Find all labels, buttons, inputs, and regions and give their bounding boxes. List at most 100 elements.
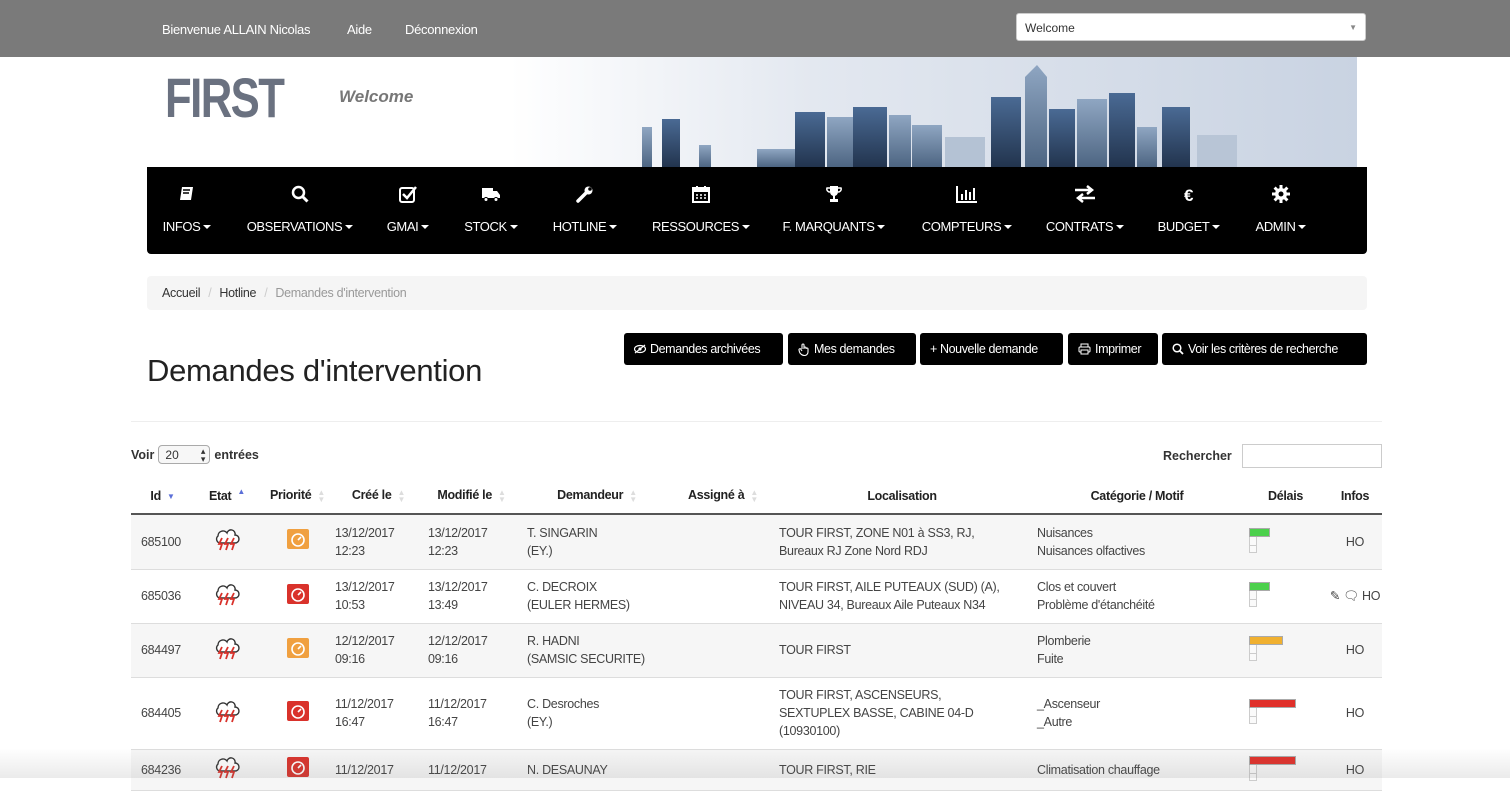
request-id: 685036 — [141, 589, 181, 603]
priority-gauge-icon — [286, 637, 309, 658]
col-etat-label: Etat — [208, 489, 232, 503]
breadcrumb-accueil[interactable]: Accueil — [162, 286, 201, 300]
col-demandeur[interactable]: Demandeur ▲ ▼ — [521, 478, 673, 515]
cell-modified: 13/12/2017 12:23 — [422, 514, 521, 570]
cell-location: TOUR FIRST, ZONE N01 à SS3, RJ, Bureaux R… — [773, 514, 1031, 570]
logout-link[interactable]: Déconnexion — [405, 22, 478, 37]
category-line: Climatisation chauffage — [1037, 762, 1160, 777]
created-line: 13/12/2017 — [335, 525, 395, 540]
col-localisation[interactable]: Localisation — [773, 478, 1031, 515]
delay-stem — [1249, 591, 1257, 607]
col-assigne[interactable]: Assigné à ▲ ▼ — [673, 478, 773, 515]
search-input[interactable] — [1242, 444, 1382, 468]
request-id: 684405 — [141, 706, 181, 720]
location-line: Bureaux RJ Zone Nord RDJ — [779, 543, 928, 558]
modified-line: 13/12/2017 — [428, 525, 488, 540]
cell-category: _Ascenseur _Autre — [1031, 677, 1243, 750]
nav-faits-marquants-label: F. MARQUANTS — [779, 219, 889, 234]
new-request-button[interactable]: + Nouvelle demande — [920, 333, 1063, 365]
nav-infos[interactable]: INFOS — [157, 167, 217, 254]
col-etat[interactable]: Etat ▲ — [194, 478, 260, 515]
cell-category: Climatisation chauffage — [1031, 749, 1243, 791]
nav-compteurs[interactable]: COMPTEURS — [919, 167, 1015, 254]
requester-line: (EULER HERMES) — [527, 598, 630, 612]
created-line: 12:23 — [335, 543, 365, 558]
col-categorie[interactable]: Catégorie / Motif — [1031, 478, 1243, 515]
col-cree-le[interactable]: Créé le ▲ ▼ — [335, 478, 422, 515]
cell-infos: HO — [1328, 514, 1382, 570]
delay-bar — [1249, 699, 1296, 708]
modified-line: 11/12/2017 — [428, 762, 487, 777]
site-select-value: Welcome — [1025, 21, 1075, 35]
cell-assigned — [673, 514, 773, 570]
eye-slash-icon — [634, 344, 646, 354]
banner-subtitle: Welcome — [339, 87, 414, 106]
nav-gmai[interactable]: GMAI — [383, 167, 433, 254]
wrench-icon — [549, 185, 621, 205]
col-priorite[interactable]: Priorité ▲ ▼ — [260, 478, 335, 515]
category-line: _Ascenseur — [1037, 697, 1101, 711]
location-line: TOUR FIRST, ZONE N01 à SS3, RJ, — [779, 525, 975, 540]
col-modifie-le[interactable]: Modifié le ▲ ▼ — [422, 478, 521, 515]
cell-requester: C. DECROIX (EULER HERMES) — [521, 569, 673, 624]
search-icon — [1172, 343, 1184, 355]
priority-gauge-icon — [286, 757, 309, 777]
col-demandeur-label: Demandeur — [557, 488, 624, 503]
site-select[interactable]: Welcome ▼ — [1016, 13, 1366, 41]
breadcrumb-hotline[interactable]: Hotline — [219, 286, 256, 300]
help-link[interactable]: Aide — [347, 22, 372, 37]
logo: FIRST — [165, 66, 285, 129]
requester-line: (SAMSIC SECURITE) — [527, 652, 645, 666]
modified-line: 09:16 — [428, 652, 458, 666]
cell-infos: HO — [1328, 749, 1382, 791]
col-id[interactable]: Id ▼ — [131, 478, 194, 515]
skyline-illustration — [642, 65, 1237, 167]
infos-value: HO — [1345, 706, 1365, 720]
hand-pointer-icon — [798, 342, 809, 356]
table-row[interactable]: 684497 12/12/2017 09:16 12/12/2017 09:16 R. H… — [131, 623, 1382, 678]
nav-hotline-label: HOTLINE — [549, 219, 621, 234]
cell-infos: HO — [1328, 623, 1382, 678]
delay-stem — [1249, 764, 1257, 781]
my-requests-button[interactable]: Mes demandes — [788, 333, 916, 365]
archived-requests-button[interactable]: Demandes archivées — [624, 333, 783, 365]
cell-delay — [1243, 569, 1328, 624]
nav-faits-marquants[interactable]: F. MARQUANTS — [779, 167, 889, 254]
table-row[interactable]: 684405 11/12/2017 16:47 11/12/2017 16:47 C. D… — [131, 677, 1382, 750]
table-row[interactable]: 685100 13/12/2017 12:23 13/12/2017 12:23 T. S… — [131, 514, 1382, 570]
trophy-icon — [779, 185, 889, 205]
infos-value: HO — [1345, 534, 1365, 549]
search-criteria-label: Voir les critères de recherche — [1188, 342, 1338, 356]
nav-hotline[interactable]: HOTLINE — [549, 167, 621, 254]
page-length-select[interactable]: 20 ▴ ▾ — [158, 445, 211, 464]
cell-etat — [194, 569, 260, 624]
cell-priorite — [260, 749, 335, 791]
print-button[interactable]: Imprimer — [1068, 333, 1158, 365]
print-label: Imprimer — [1095, 342, 1142, 356]
nav-stock[interactable]: STOCK — [460, 167, 522, 254]
cell-etat — [194, 677, 260, 750]
nav-observations-label: OBSERVATIONS — [243, 219, 357, 234]
storm-status-icon — [213, 700, 241, 727]
infos-value: ✎ 🗨 HO — [1329, 589, 1381, 603]
cell-category: Clos et couvert Problème d'étanchéité — [1031, 569, 1243, 624]
table-row[interactable]: 684236 11/12/2017 11/12/2017 N. DESAUNAY TOU… — [131, 749, 1382, 791]
nav-contrats[interactable]: CONTRATS — [1045, 167, 1125, 254]
page-length-prefix: Voir — [131, 447, 155, 462]
nav-ressources[interactable]: RESSOURCES — [647, 167, 755, 254]
nav-budget[interactable]: € BUDGET — [1156, 167, 1222, 254]
main-navbar: INFOS OBSERVATIONS GMAI STOCK HOTLINE RE… — [147, 167, 1367, 254]
delay-bar — [1249, 636, 1283, 645]
col-localisation-label: Localisation — [867, 488, 937, 503]
cell-priorite — [260, 677, 335, 750]
category-line: Problème d'étanchéité — [1037, 598, 1155, 612]
col-cree-le-label: Créé le — [351, 488, 392, 503]
table-row[interactable]: 685036 13/12/2017 10:53 13/12/2017 13:49 C. D… — [131, 569, 1382, 624]
welcome-user-link[interactable]: Bienvenue ALLAIN Nicolas — [162, 22, 310, 37]
nav-admin[interactable]: ADMIN — [1251, 167, 1311, 254]
nav-observations[interactable]: OBSERVATIONS — [243, 167, 357, 254]
created-line: 11/12/2017 — [335, 697, 394, 711]
sort-icon: ▲ ▼ — [629, 487, 637, 504]
search-criteria-button[interactable]: Voir les critères de recherche — [1162, 333, 1367, 365]
cell-category: Plomberie Fuite — [1031, 623, 1243, 678]
